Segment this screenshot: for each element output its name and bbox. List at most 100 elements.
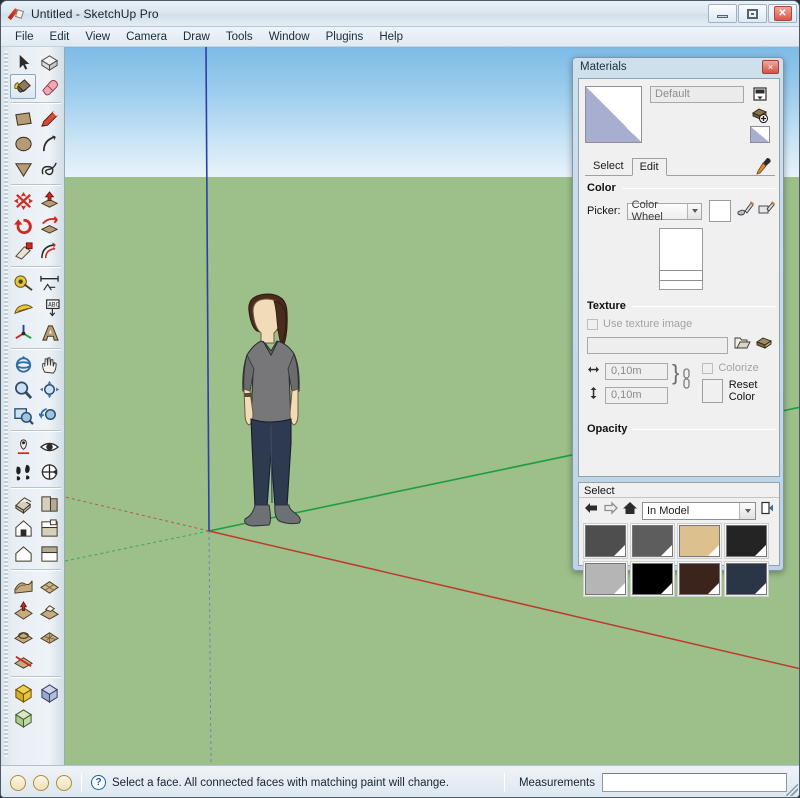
- close-button[interactable]: ✕: [768, 4, 797, 23]
- section-plane-tool[interactable]: [36, 459, 62, 484]
- protractor-tool[interactable]: [10, 295, 36, 320]
- question-mark-icon[interactable]: ?: [91, 775, 106, 790]
- previous-view-tool[interactable]: [36, 402, 62, 427]
- menu-help[interactable]: Help: [371, 29, 411, 45]
- material-swatch-1[interactable]: [583, 523, 628, 559]
- material-swatch-5[interactable]: [583, 561, 628, 597]
- polygon-tool[interactable]: [10, 156, 36, 181]
- dimension-tool[interactable]: [36, 270, 62, 295]
- zoom-window-tool[interactable]: [10, 402, 36, 427]
- materials-panel-title-bar[interactable]: Materials ×: [573, 58, 783, 76]
- solid-union-tool[interactable]: [10, 680, 36, 705]
- menu-edit[interactable]: Edit: [42, 29, 78, 45]
- color-slider[interactable]: [587, 226, 775, 292]
- add-detail-tool[interactable]: [36, 623, 62, 648]
- use-texture-image-checkbox[interactable]: [587, 318, 598, 330]
- chain-link-icon[interactable]: [681, 368, 692, 395]
- text-tool[interactable]: ABC: [36, 295, 62, 320]
- circle-tool[interactable]: [10, 131, 36, 156]
- geo-location-icon[interactable]: [10, 774, 26, 791]
- tab-select[interactable]: Select: [585, 157, 632, 175]
- color-preview-swatch[interactable]: [709, 200, 731, 222]
- paint-bucket-tool[interactable]: [10, 74, 36, 99]
- solid-intersect-tool[interactable]: [10, 705, 36, 730]
- menu-tools[interactable]: Tools: [218, 29, 261, 45]
- material-swatch-7[interactable]: [677, 561, 722, 597]
- toolbar-drag-handle[interactable]: [4, 51, 8, 757]
- materials-panel[interactable]: Materials × Default Select Edit Color Pi…: [572, 57, 784, 597]
- default-material-swatch[interactable]: [585, 86, 642, 143]
- select-tool[interactable]: [10, 49, 36, 74]
- rotate-tool[interactable]: [10, 213, 36, 238]
- menu-plugins[interactable]: Plugins: [318, 29, 372, 45]
- reset-color-label[interactable]: Reset Color: [729, 379, 775, 403]
- drape-tool[interactable]: [10, 623, 36, 648]
- look-around-tool[interactable]: [36, 434, 62, 459]
- iso-view-button[interactable]: [10, 491, 36, 516]
- close-icon[interactable]: ×: [762, 60, 779, 74]
- flip-edge-tool[interactable]: [10, 648, 36, 673]
- maximize-button[interactable]: [738, 4, 767, 23]
- sandbox-from-contours[interactable]: [10, 573, 36, 598]
- match-color-in-model-icon[interactable]: [737, 200, 755, 222]
- menu-camera[interactable]: Camera: [118, 29, 175, 45]
- rectangle-tool[interactable]: [10, 106, 36, 131]
- line-tool[interactable]: [36, 106, 62, 131]
- picker-select[interactable]: Color Wheel: [626, 199, 703, 223]
- zoom-tool[interactable]: [10, 377, 36, 402]
- match-color-on-screen-icon[interactable]: [758, 200, 776, 222]
- window-resize-grip[interactable]: [786, 784, 798, 796]
- menu-window[interactable]: Window: [261, 29, 318, 45]
- sandbox-from-scratch[interactable]: [36, 573, 62, 598]
- measurements-input[interactable]: [602, 773, 787, 792]
- colorize-checkbox[interactable]: [702, 362, 714, 374]
- split-pane-icon[interactable]: [750, 86, 770, 103]
- scale-tool[interactable]: [10, 238, 36, 263]
- back-view-button[interactable]: [10, 541, 36, 566]
- default-swatch-icon[interactable]: [750, 126, 770, 143]
- menu-file[interactable]: File: [7, 29, 42, 45]
- material-swatch-8[interactable]: [724, 561, 769, 597]
- material-name-input[interactable]: Default: [650, 86, 744, 103]
- zoom-extents-tool[interactable]: [36, 377, 62, 402]
- library-select[interactable]: In Model: [642, 501, 756, 520]
- pan-tool[interactable]: [36, 352, 62, 377]
- texture-width-input[interactable]: 0,10m: [605, 362, 668, 380]
- reset-color-swatch[interactable]: [702, 379, 723, 403]
- freehand-tool[interactable]: [36, 156, 62, 181]
- tape-measure-tool[interactable]: [10, 270, 36, 295]
- right-view-button[interactable]: [36, 516, 62, 541]
- menu-view[interactable]: View: [77, 29, 118, 45]
- forward-arrow-icon[interactable]: [603, 501, 618, 520]
- 3d-text-tool[interactable]: [36, 320, 62, 345]
- color-slider-thumb[interactable]: [659, 270, 703, 281]
- minimize-button[interactable]: [708, 4, 737, 23]
- left-view-button[interactable]: [36, 541, 62, 566]
- push-pull-tool[interactable]: [36, 188, 62, 213]
- material-swatch-3[interactable]: [677, 523, 722, 559]
- follow-me-tool[interactable]: [36, 213, 62, 238]
- stamp-tool[interactable]: [36, 598, 62, 623]
- front-view-button[interactable]: [36, 491, 62, 516]
- position-camera-tool[interactable]: [10, 434, 36, 459]
- browse-texture-folder-icon[interactable]: [734, 335, 751, 355]
- axes-tool[interactable]: [10, 320, 36, 345]
- make-component-tool[interactable]: [36, 49, 62, 74]
- move-tool[interactable]: [10, 188, 36, 213]
- smoove-tool[interactable]: [10, 598, 36, 623]
- eraser-tool[interactable]: [36, 74, 62, 99]
- texture-height-input[interactable]: 0,10m: [605, 387, 668, 404]
- home-icon[interactable]: [622, 501, 638, 520]
- material-swatch-2[interactable]: [630, 523, 675, 559]
- tab-edit[interactable]: Edit: [631, 158, 667, 176]
- material-swatch-4[interactable]: [724, 523, 769, 559]
- orbit-tool[interactable]: [10, 352, 36, 377]
- walk-tool[interactable]: [10, 459, 36, 484]
- offset-tool[interactable]: [36, 238, 62, 263]
- add-material-icon[interactable]: [750, 106, 770, 123]
- solid-subtract-tool[interactable]: [36, 680, 62, 705]
- back-arrow-icon[interactable]: [584, 501, 599, 520]
- arc-tool[interactable]: [36, 131, 62, 156]
- top-view-button[interactable]: [10, 516, 36, 541]
- credits-icon[interactable]: [33, 774, 49, 791]
